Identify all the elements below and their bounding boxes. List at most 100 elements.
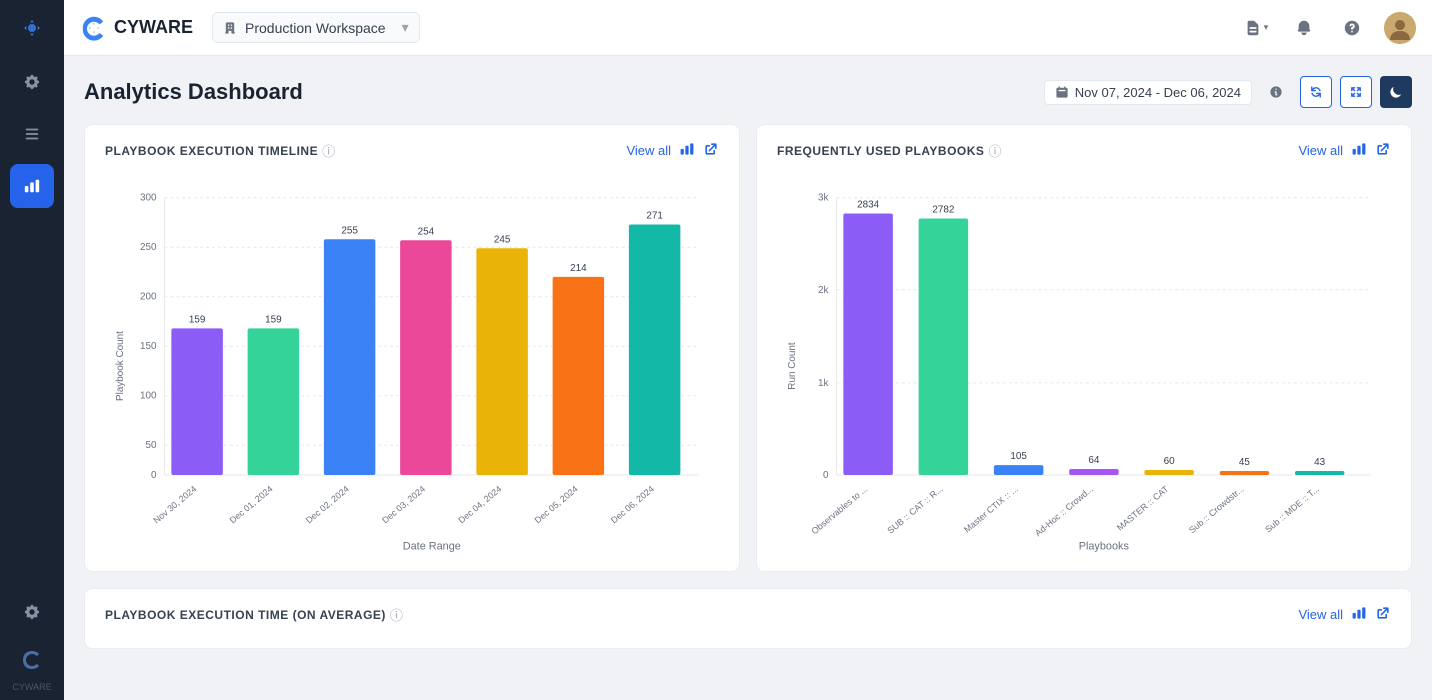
svg-text:300: 300 bbox=[140, 193, 157, 204]
playbook-timeline-view-all[interactable]: View all bbox=[626, 143, 671, 158]
sidebar-item-hamburger[interactable] bbox=[10, 112, 54, 156]
workspace-label: Production Workspace bbox=[245, 20, 386, 36]
svg-text:43: 43 bbox=[1314, 457, 1326, 468]
charts-row: PLAYBOOK EXECUTION TIMELINE ⓘ View all bbox=[84, 124, 1412, 572]
playbook-time-actions: View all bbox=[1298, 605, 1391, 624]
topbar-bell-icon[interactable] bbox=[1288, 12, 1320, 44]
topbar-right: ▾ bbox=[1240, 12, 1416, 44]
svg-text:Dec 06, 2024: Dec 06, 2024 bbox=[609, 484, 656, 526]
svg-text:64: 64 bbox=[1088, 455, 1100, 466]
date-range-display[interactable]: Nov 07, 2024 - Dec 06, 2024 bbox=[1044, 80, 1252, 105]
svg-text:Nov 30, 2024: Nov 30, 2024 bbox=[151, 484, 198, 526]
topbar-help-icon[interactable] bbox=[1336, 12, 1368, 44]
date-range-bar: Nov 07, 2024 - Dec 06, 2024 bbox=[1044, 76, 1412, 108]
svg-text:Sub :: Crowdstr...: Sub :: Crowdstr... bbox=[1187, 484, 1246, 536]
svg-text:Playbook Count: Playbook Count bbox=[115, 331, 126, 401]
page-header: Analytics Dashboard Nov 07, 2024 - Dec 0… bbox=[84, 76, 1412, 108]
frequently-used-export-icon[interactable] bbox=[1375, 141, 1391, 160]
playbook-time-header: PLAYBOOK EXECUTION TIME (ON AVERAGE) ⓘ V… bbox=[105, 605, 1391, 624]
main-area: CYWARE Production Workspace ▾ ▾ bbox=[64, 0, 1432, 700]
date-range-info-icon[interactable] bbox=[1260, 76, 1292, 108]
refresh-button[interactable] bbox=[1300, 76, 1332, 108]
playbook-timeline-info-icon[interactable]: ⓘ bbox=[322, 141, 335, 160]
svg-text:Run Count: Run Count bbox=[787, 342, 798, 390]
svg-text:Observables to ...: Observables to ... bbox=[809, 484, 869, 537]
workspace-chevron-icon: ▾ bbox=[402, 19, 409, 36]
playbook-time-bar-icon[interactable] bbox=[1351, 605, 1367, 624]
playbook-time-title: PLAYBOOK EXECUTION TIME (ON AVERAGE) bbox=[105, 608, 386, 622]
svg-text:159: 159 bbox=[265, 314, 282, 325]
frequently-used-view-all[interactable]: View all bbox=[1298, 143, 1343, 158]
sidebar-item-settings-top[interactable] bbox=[10, 60, 54, 104]
svg-text:150: 150 bbox=[140, 341, 157, 352]
svg-text:105: 105 bbox=[1010, 451, 1027, 462]
date-range-text: Nov 07, 2024 - Dec 06, 2024 bbox=[1075, 85, 1241, 100]
svg-text:0: 0 bbox=[151, 470, 157, 481]
svg-text:Date Range: Date Range bbox=[403, 540, 461, 552]
playbook-time-card: PLAYBOOK EXECUTION TIME (ON AVERAGE) ⓘ V… bbox=[84, 588, 1412, 649]
svg-text:45: 45 bbox=[1239, 457, 1251, 468]
playbook-timeline-bar-icon[interactable] bbox=[679, 141, 695, 160]
svg-text:159: 159 bbox=[189, 314, 206, 325]
topbar: CYWARE Production Workspace ▾ ▾ bbox=[64, 0, 1432, 56]
topbar-logo: CYWARE bbox=[80, 14, 200, 42]
frequently-used-card: FREQUENTLY USED PLAYBOOKS ⓘ View all bbox=[756, 124, 1412, 572]
playbook-time-info-icon[interactable]: ⓘ bbox=[390, 605, 403, 624]
svg-text:200: 200 bbox=[140, 292, 157, 303]
sidebar-cyware-mini-logo bbox=[18, 646, 46, 674]
svg-text:Sub :: MDE :: T...: Sub :: MDE :: T... bbox=[1263, 484, 1321, 535]
svg-text:255: 255 bbox=[341, 225, 358, 236]
frequently-used-header: FREQUENTLY USED PLAYBOOKS ⓘ View all bbox=[777, 141, 1391, 160]
svg-text:Ad-Hoc :: Crowd...: Ad-Hoc :: Crowd... bbox=[1033, 484, 1095, 538]
playbook-timeline-actions: View all bbox=[626, 141, 719, 160]
playbook-timeline-header: PLAYBOOK EXECUTION TIMELINE ⓘ View all bbox=[105, 141, 719, 160]
svg-text:Playbooks: Playbooks bbox=[1079, 540, 1130, 552]
svg-text:3k: 3k bbox=[818, 193, 829, 204]
sidebar-item-analytics[interactable] bbox=[10, 164, 54, 208]
playbook-time-view-all[interactable]: View all bbox=[1298, 607, 1343, 622]
svg-text:245: 245 bbox=[494, 234, 511, 245]
topbar-logo-text: CYWARE bbox=[114, 17, 193, 38]
svg-text:254: 254 bbox=[418, 226, 435, 237]
sidebar-cyware-label: CYWARE bbox=[12, 682, 51, 692]
playbook-timeline-card: PLAYBOOK EXECUTION TIMELINE ⓘ View all bbox=[84, 124, 740, 572]
cyware-logo-svg bbox=[80, 14, 108, 42]
sidebar: CYWARE bbox=[0, 0, 64, 700]
svg-text:SUB :: CAT :: R...: SUB :: CAT :: R... bbox=[885, 484, 944, 536]
frequently-used-info-icon[interactable]: ⓘ bbox=[988, 141, 1001, 160]
cyware-logo-icon bbox=[18, 14, 46, 42]
sidebar-bottom: CYWARE bbox=[10, 586, 54, 692]
frequently-used-bar-icon[interactable] bbox=[1351, 141, 1367, 160]
svg-text:250: 250 bbox=[140, 242, 157, 253]
playbook-timeline-export-icon[interactable] bbox=[703, 141, 719, 160]
workspace-selector[interactable]: Production Workspace ▾ bbox=[212, 12, 420, 43]
svg-text:50: 50 bbox=[145, 440, 157, 451]
svg-text:Dec 03, 2024: Dec 03, 2024 bbox=[380, 484, 427, 526]
svg-text:271: 271 bbox=[646, 211, 663, 222]
playbook-time-export-icon[interactable] bbox=[1375, 605, 1391, 624]
fullscreen-button[interactable] bbox=[1340, 76, 1372, 108]
page-title: Analytics Dashboard bbox=[84, 79, 1032, 105]
svg-text:Dec 04, 2024: Dec 04, 2024 bbox=[456, 484, 503, 526]
workspace-building-icon bbox=[223, 21, 237, 35]
svg-text:Dec 02, 2024: Dec 02, 2024 bbox=[304, 484, 351, 526]
sidebar-item-settings-bottom[interactable] bbox=[10, 590, 54, 634]
playbook-timeline-title: PLAYBOOK EXECUTION TIMELINE bbox=[105, 144, 318, 158]
svg-text:2834: 2834 bbox=[857, 200, 880, 211]
topbar-avatar[interactable] bbox=[1384, 12, 1416, 44]
svg-text:Master CTIX :: ...: Master CTIX :: ... bbox=[962, 484, 1020, 535]
svg-text:2782: 2782 bbox=[932, 205, 954, 216]
svg-text:60: 60 bbox=[1164, 456, 1176, 467]
svg-text:0: 0 bbox=[823, 470, 829, 481]
calendar-icon bbox=[1055, 85, 1069, 99]
dark-mode-button[interactable] bbox=[1380, 76, 1412, 108]
frequently-used-chart: Run Count 3k 2k 1k 0 bbox=[777, 168, 1391, 554]
frequently-used-actions: View all bbox=[1298, 141, 1391, 160]
svg-text:100: 100 bbox=[140, 391, 157, 402]
frequently-used-title: FREQUENTLY USED PLAYBOOKS bbox=[777, 144, 984, 158]
svg-text:MASTER :: CAT: MASTER :: CAT bbox=[1115, 483, 1171, 532]
svg-text:214: 214 bbox=[570, 263, 587, 274]
sidebar-logo bbox=[0, 0, 64, 56]
topbar-doc-icon[interactable]: ▾ bbox=[1240, 12, 1272, 44]
svg-text:Dec 05, 2024: Dec 05, 2024 bbox=[533, 484, 580, 526]
